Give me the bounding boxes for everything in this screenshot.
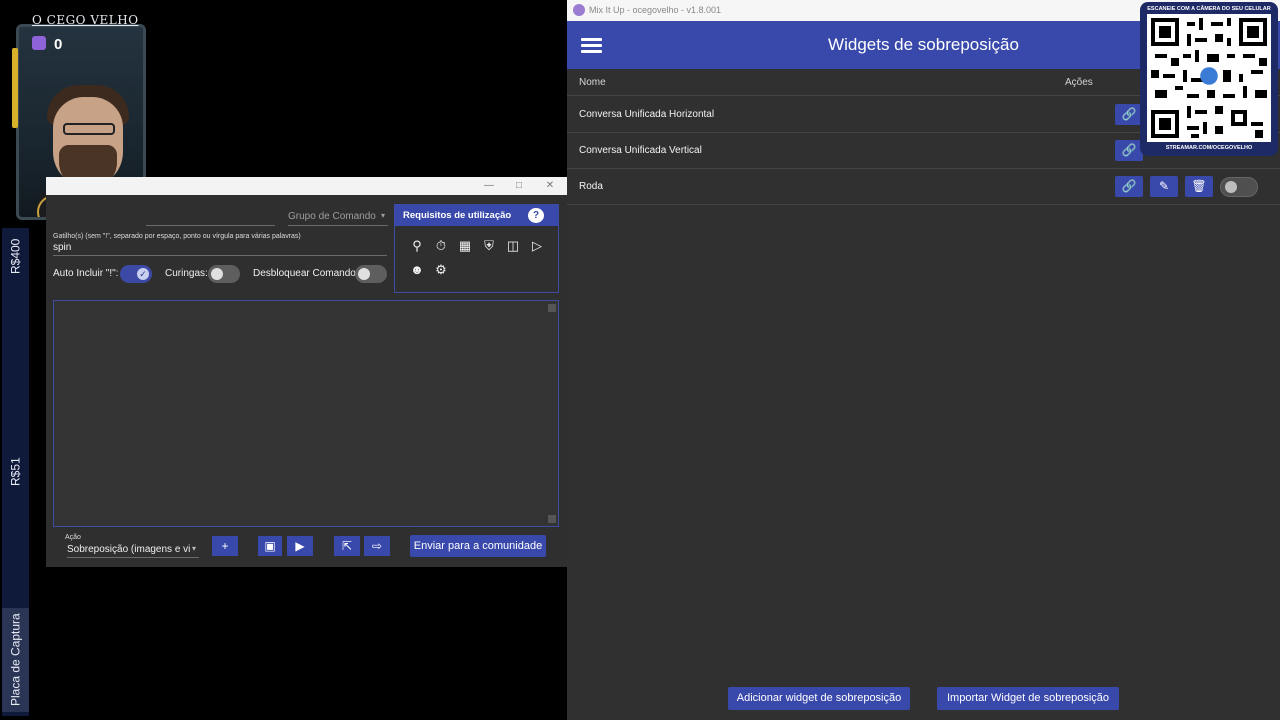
import-widget-button[interactable]: Importar Widget de sobreposição <box>937 687 1119 710</box>
donation-sidebar: R$400 R$51 Placa de Captura <box>2 228 29 716</box>
help-icon[interactable]: ? <box>528 208 544 223</box>
wildcards-label: Curingas: <box>165 268 208 279</box>
action-label: Ação <box>65 534 81 541</box>
command-editor-window: — □ ✕ Grupo de Comando ▾ Gatilho(s) (sem… <box>46 177 567 567</box>
save-icon[interactable]: ▣ <box>258 536 282 556</box>
key-icon[interactable]: ⚲ <box>408 237 426 255</box>
hamburger-menu-icon[interactable] <box>581 38 602 53</box>
donation-amount-51: R$51 <box>8 457 23 487</box>
toggle-knob <box>211 268 223 280</box>
column-actions-header: Ações <box>1065 77 1093 88</box>
link-icon[interactable]: 🔗 <box>1115 104 1143 125</box>
archive-icon[interactable]: ◫ <box>504 237 522 255</box>
wildcards-toggle[interactable] <box>208 265 240 283</box>
actions-editor-area[interactable] <box>53 300 559 527</box>
viewer-count: 0 <box>54 36 63 53</box>
gear-icon[interactable]: ⚙ <box>432 261 450 279</box>
group-select-underline <box>288 225 388 226</box>
avatar-glasses <box>63 123 115 135</box>
add-action-button[interactable]: + <box>212 536 238 556</box>
requirements-panel: Requisitos de utilização ? ⚲ ⏱ ▦ ⛨ ◫ ▷ ☻… <box>394 204 559 293</box>
send-to-community-button[interactable]: Enviar para a comunidade <box>410 535 546 557</box>
toggle-knob <box>358 268 370 280</box>
widget-name: Conversa Unificada Vertical <box>579 145 702 156</box>
qr-pattern <box>1151 18 1267 138</box>
triggers-input[interactable]: spin <box>53 242 71 253</box>
qr-top-text: ESCANEIE COM A CÂMERA DO SEU CELULAR <box>1147 6 1271 12</box>
link-icon[interactable]: 🔗 <box>1115 176 1143 197</box>
action-select-underline <box>67 557 199 558</box>
link-icon[interactable]: 🔗 <box>1115 140 1143 161</box>
capture-card-label: Placa de Captura <box>2 608 29 712</box>
window-title: Mix It Up - ocegovelho - v1.8.001 <box>589 5 722 15</box>
scrollbar-down[interactable] <box>548 515 556 523</box>
triggers-label: Gatilho(s) (sem "!", separado por espaço… <box>53 233 301 240</box>
terminal-icon[interactable]: ▷ <box>528 237 546 255</box>
import-icon[interactable]: ⇨ <box>364 536 390 556</box>
qr-bottom-text: STREAMAR.COM/OCEGOVELHO <box>1165 145 1253 151</box>
timer-icon[interactable]: ⏱ <box>432 237 450 255</box>
command-name-field[interactable] <box>146 225 275 226</box>
edit-icon[interactable]: ✎ <box>1150 176 1178 197</box>
chevron-down-icon: ▾ <box>192 544 197 553</box>
mixitup-logo-icon <box>573 4 585 16</box>
qr-code-image <box>1147 14 1271 142</box>
overlay-amber-bar <box>12 48 18 128</box>
donation-amount-400: R$400 <box>8 238 23 274</box>
add-widget-button[interactable]: Adicionar widget de sobreposição <box>728 687 910 710</box>
unlock-command-label: Desbloquear Comando: <box>253 268 359 279</box>
play-icon[interactable]: ▶ <box>287 536 313 556</box>
users-icon[interactable]: ☻ <box>408 261 426 279</box>
export-icon[interactable]: ⇱ <box>334 536 360 556</box>
close-icon[interactable]: ✕ <box>540 179 560 193</box>
window-titlebar: — □ ✕ <box>46 177 567 195</box>
column-name-header: Nome <box>579 77 606 88</box>
widget-name: Roda <box>579 181 603 192</box>
auto-include-label: Auto Incluir "!": <box>53 268 119 279</box>
minimize-icon[interactable]: — <box>479 179 499 193</box>
shield-icon[interactable]: ⛨ <box>480 237 498 255</box>
widget-name: Conversa Unificada Horizontal <box>579 109 715 120</box>
check-icon: ✓ <box>137 268 149 280</box>
channel-name: O CEGO VELHO <box>32 13 139 27</box>
scrollbar-up[interactable] <box>548 304 556 312</box>
chevron-down-icon: ▾ <box>381 211 386 220</box>
delete-icon[interactable]: 🗑 <box>1185 176 1213 197</box>
table-row: Roda 🔗 ✎ 🗑 <box>567 169 1280 205</box>
qr-code-overlay: ESCANEIE COM A CÂMERA DO SEU CELULAR STR… <box>1140 2 1278 156</box>
currency-icon[interactable]: ▦ <box>456 237 474 255</box>
twitch-icon <box>32 36 46 50</box>
widget-enabled-toggle[interactable] <box>1220 177 1258 197</box>
auto-include-toggle[interactable]: ✓ <box>120 265 152 283</box>
action-type-select[interactable]: Sobreposição (imagens e vi <box>67 544 190 555</box>
unlock-command-toggle[interactable] <box>355 265 387 283</box>
triggers-underline <box>53 255 387 256</box>
maximize-icon[interactable]: □ <box>509 179 529 193</box>
command-group-select[interactable]: Grupo de Comando <box>288 211 376 222</box>
toggle-knob <box>1225 181 1237 193</box>
